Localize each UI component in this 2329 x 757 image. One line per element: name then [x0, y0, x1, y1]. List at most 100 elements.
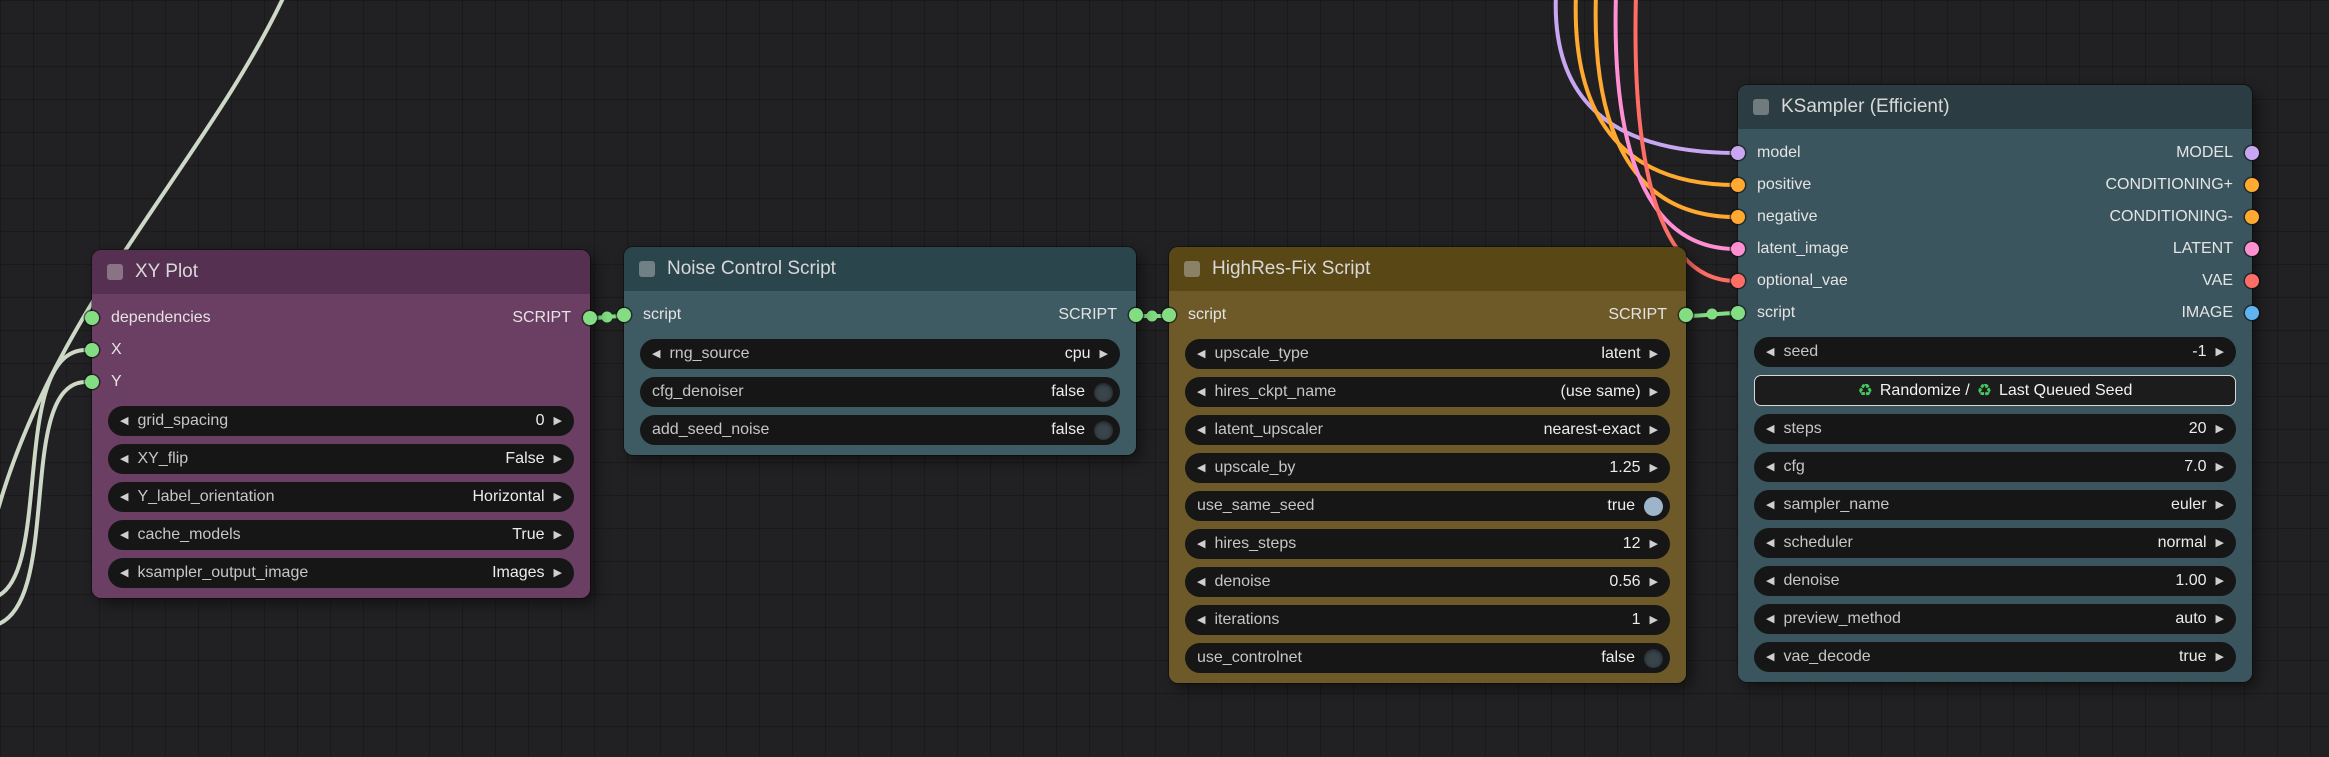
output-port-image[interactable] [2245, 306, 2259, 320]
decrement-arrow-icon[interactable]: ◀ [120, 567, 128, 579]
collapse-box-icon[interactable] [1753, 99, 1769, 115]
increment-arrow-icon[interactable]: ▶ [2216, 346, 2224, 358]
widget-grid-spacing[interactable]: ◀ grid_spacing 0 ▶ [108, 406, 574, 436]
increment-arrow-icon[interactable]: ▶ [554, 529, 562, 541]
increment-arrow-icon[interactable]: ▶ [1650, 348, 1658, 360]
toggle-use-controlnet[interactable]: use_controlnet false [1185, 643, 1670, 673]
decrement-arrow-icon[interactable]: ◀ [1197, 614, 1205, 626]
widget-latent-upscaler[interactable]: ◀ latent_upscaler nearest-exact ▶ [1185, 415, 1670, 445]
output-port-model[interactable] [2245, 146, 2259, 160]
input-port-optional-vae[interactable] [1731, 274, 1745, 288]
input-port-latent-image[interactable] [1731, 242, 1745, 256]
increment-arrow-icon[interactable]: ▶ [2216, 651, 2224, 663]
widget-upscale-by[interactable]: ◀ upscale_by 1.25 ▶ [1185, 453, 1670, 483]
collapse-box-icon[interactable] [1184, 261, 1200, 277]
increment-arrow-icon[interactable]: ▶ [1650, 424, 1658, 436]
decrement-arrow-icon[interactable]: ◀ [120, 491, 128, 503]
widget-iterations[interactable]: ◀ iterations 1 ▶ [1185, 605, 1670, 635]
node-noise-control-script[interactable]: Noise Control Script script SCRIPT ◀ rng… [617, 247, 1143, 455]
node-title-bar[interactable]: KSampler (Efficient) [1738, 85, 2252, 129]
decrement-arrow-icon[interactable]: ◀ [1197, 348, 1205, 360]
decrement-arrow-icon[interactable]: ◀ [1766, 537, 1774, 549]
input-port-model[interactable] [1731, 146, 1745, 160]
widget-ksampler-output-image[interactable]: ◀ ksampler_output_image Images ▶ [108, 558, 574, 588]
widget-cfg[interactable]: ◀ cfg 7.0 ▶ [1754, 452, 2236, 482]
node-title-bar[interactable]: HighRes-Fix Script [1169, 247, 1686, 291]
widget-preview-method[interactable]: ◀ preview_method auto ▶ [1754, 604, 2236, 634]
input-port-dependencies[interactable] [85, 311, 99, 325]
input-port-x[interactable] [85, 343, 99, 357]
increment-arrow-icon[interactable]: ▶ [1650, 614, 1658, 626]
toggle-knob[interactable] [1644, 648, 1663, 668]
randomize-seed-button[interactable]: ♻ Randomize / ♻ Last Queued Seed [1754, 375, 2236, 406]
output-port-script[interactable] [583, 311, 597, 325]
widget-scheduler[interactable]: ◀ scheduler normal ▶ [1754, 528, 2236, 558]
widget-hires-steps[interactable]: ◀ hires_steps 12 ▶ [1185, 529, 1670, 559]
node-title-bar[interactable]: Noise Control Script [624, 247, 1136, 291]
widget-steps[interactable]: ◀ steps 20 ▶ [1754, 414, 2236, 444]
decrement-arrow-icon[interactable]: ◀ [120, 453, 128, 465]
input-port-positive[interactable] [1731, 178, 1745, 192]
decrement-arrow-icon[interactable]: ◀ [1766, 499, 1774, 511]
increment-arrow-icon[interactable]: ▶ [554, 567, 562, 579]
decrement-arrow-icon[interactable]: ◀ [1197, 462, 1205, 474]
toggle-knob[interactable] [1644, 496, 1663, 516]
increment-arrow-icon[interactable]: ▶ [554, 415, 562, 427]
decrement-arrow-icon[interactable]: ◀ [1197, 424, 1205, 436]
increment-arrow-icon[interactable]: ▶ [2216, 461, 2224, 473]
decrement-arrow-icon[interactable]: ◀ [1766, 575, 1774, 587]
increment-arrow-icon[interactable]: ▶ [1650, 538, 1658, 550]
widget-seed[interactable]: ◀ seed -1 ▶ [1754, 337, 2236, 367]
output-port-script[interactable] [1679, 308, 1693, 322]
graph-canvas[interactable]: XY Plot dependencies SCRIPT X Y ◀ grid_s… [0, 0, 2329, 757]
decrement-arrow-icon[interactable]: ◀ [120, 415, 128, 427]
decrement-arrow-icon[interactable]: ◀ [1766, 613, 1774, 625]
toggle-add-seed-noise[interactable]: add_seed_noise false [640, 415, 1120, 445]
decrement-arrow-icon[interactable]: ◀ [120, 529, 128, 541]
widget-cache-models[interactable]: ◀ cache_models True ▶ [108, 520, 574, 550]
decrement-arrow-icon[interactable]: ◀ [1766, 651, 1774, 663]
decrement-arrow-icon[interactable]: ◀ [652, 348, 660, 360]
toggle-use-same-seed[interactable]: use_same_seed true [1185, 491, 1670, 521]
widget-hires-ckpt-name[interactable]: ◀ hires_ckpt_name (use same) ▶ [1185, 377, 1670, 407]
widget-denoise[interactable]: ◀ denoise 0.56 ▶ [1185, 567, 1670, 597]
output-port-vae[interactable] [2245, 274, 2259, 288]
widget-upscale-type[interactable]: ◀ upscale_type latent ▶ [1185, 339, 1670, 369]
widget-rng-source[interactable]: ◀ rng_source cpu ▶ [640, 339, 1120, 369]
collapse-box-icon[interactable] [639, 261, 655, 277]
increment-arrow-icon[interactable]: ▶ [1100, 348, 1108, 360]
node-xy-plot[interactable]: XY Plot dependencies SCRIPT X Y ◀ grid_s… [85, 250, 597, 598]
increment-arrow-icon[interactable]: ▶ [2216, 499, 2224, 511]
decrement-arrow-icon[interactable]: ◀ [1197, 386, 1205, 398]
input-port-script[interactable] [1162, 308, 1176, 322]
node-title-bar[interactable]: XY Plot [92, 250, 590, 294]
input-port-negative[interactable] [1731, 210, 1745, 224]
output-port-conditioning-minus[interactable] [2245, 210, 2259, 224]
widget-denoise[interactable]: ◀ denoise 1.00 ▶ [1754, 566, 2236, 596]
node-highres-fix-script[interactable]: HighRes-Fix Script script SCRIPT ◀ upsca… [1162, 247, 1693, 683]
increment-arrow-icon[interactable]: ▶ [2216, 423, 2224, 435]
widget-y-label-orientation[interactable]: ◀ Y_label_orientation Horizontal ▶ [108, 482, 574, 512]
increment-arrow-icon[interactable]: ▶ [2216, 537, 2224, 549]
widget-xy-flip[interactable]: ◀ XY_flip False ▶ [108, 444, 574, 474]
increment-arrow-icon[interactable]: ▶ [1650, 386, 1658, 398]
increment-arrow-icon[interactable]: ▶ [554, 491, 562, 503]
decrement-arrow-icon[interactable]: ◀ [1766, 461, 1774, 473]
input-port-script[interactable] [617, 308, 631, 322]
increment-arrow-icon[interactable]: ▶ [2216, 613, 2224, 625]
widget-sampler-name[interactable]: ◀ sampler_name euler ▶ [1754, 490, 2236, 520]
increment-arrow-icon[interactable]: ▶ [554, 453, 562, 465]
widget-vae-decode[interactable]: ◀ vae_decode true ▶ [1754, 642, 2236, 672]
output-port-latent[interactable] [2245, 242, 2259, 256]
output-port-conditioning-plus[interactable] [2245, 178, 2259, 192]
collapse-box-icon[interactable] [107, 264, 123, 280]
toggle-knob[interactable] [1094, 420, 1113, 440]
toggle-cfg-denoiser[interactable]: cfg_denoiser false [640, 377, 1120, 407]
decrement-arrow-icon[interactable]: ◀ [1197, 538, 1205, 550]
increment-arrow-icon[interactable]: ▶ [2216, 575, 2224, 587]
toggle-knob[interactable] [1094, 382, 1113, 402]
output-port-script[interactable] [1129, 308, 1143, 322]
increment-arrow-icon[interactable]: ▶ [1650, 462, 1658, 474]
decrement-arrow-icon[interactable]: ◀ [1197, 576, 1205, 588]
increment-arrow-icon[interactable]: ▶ [1650, 576, 1658, 588]
